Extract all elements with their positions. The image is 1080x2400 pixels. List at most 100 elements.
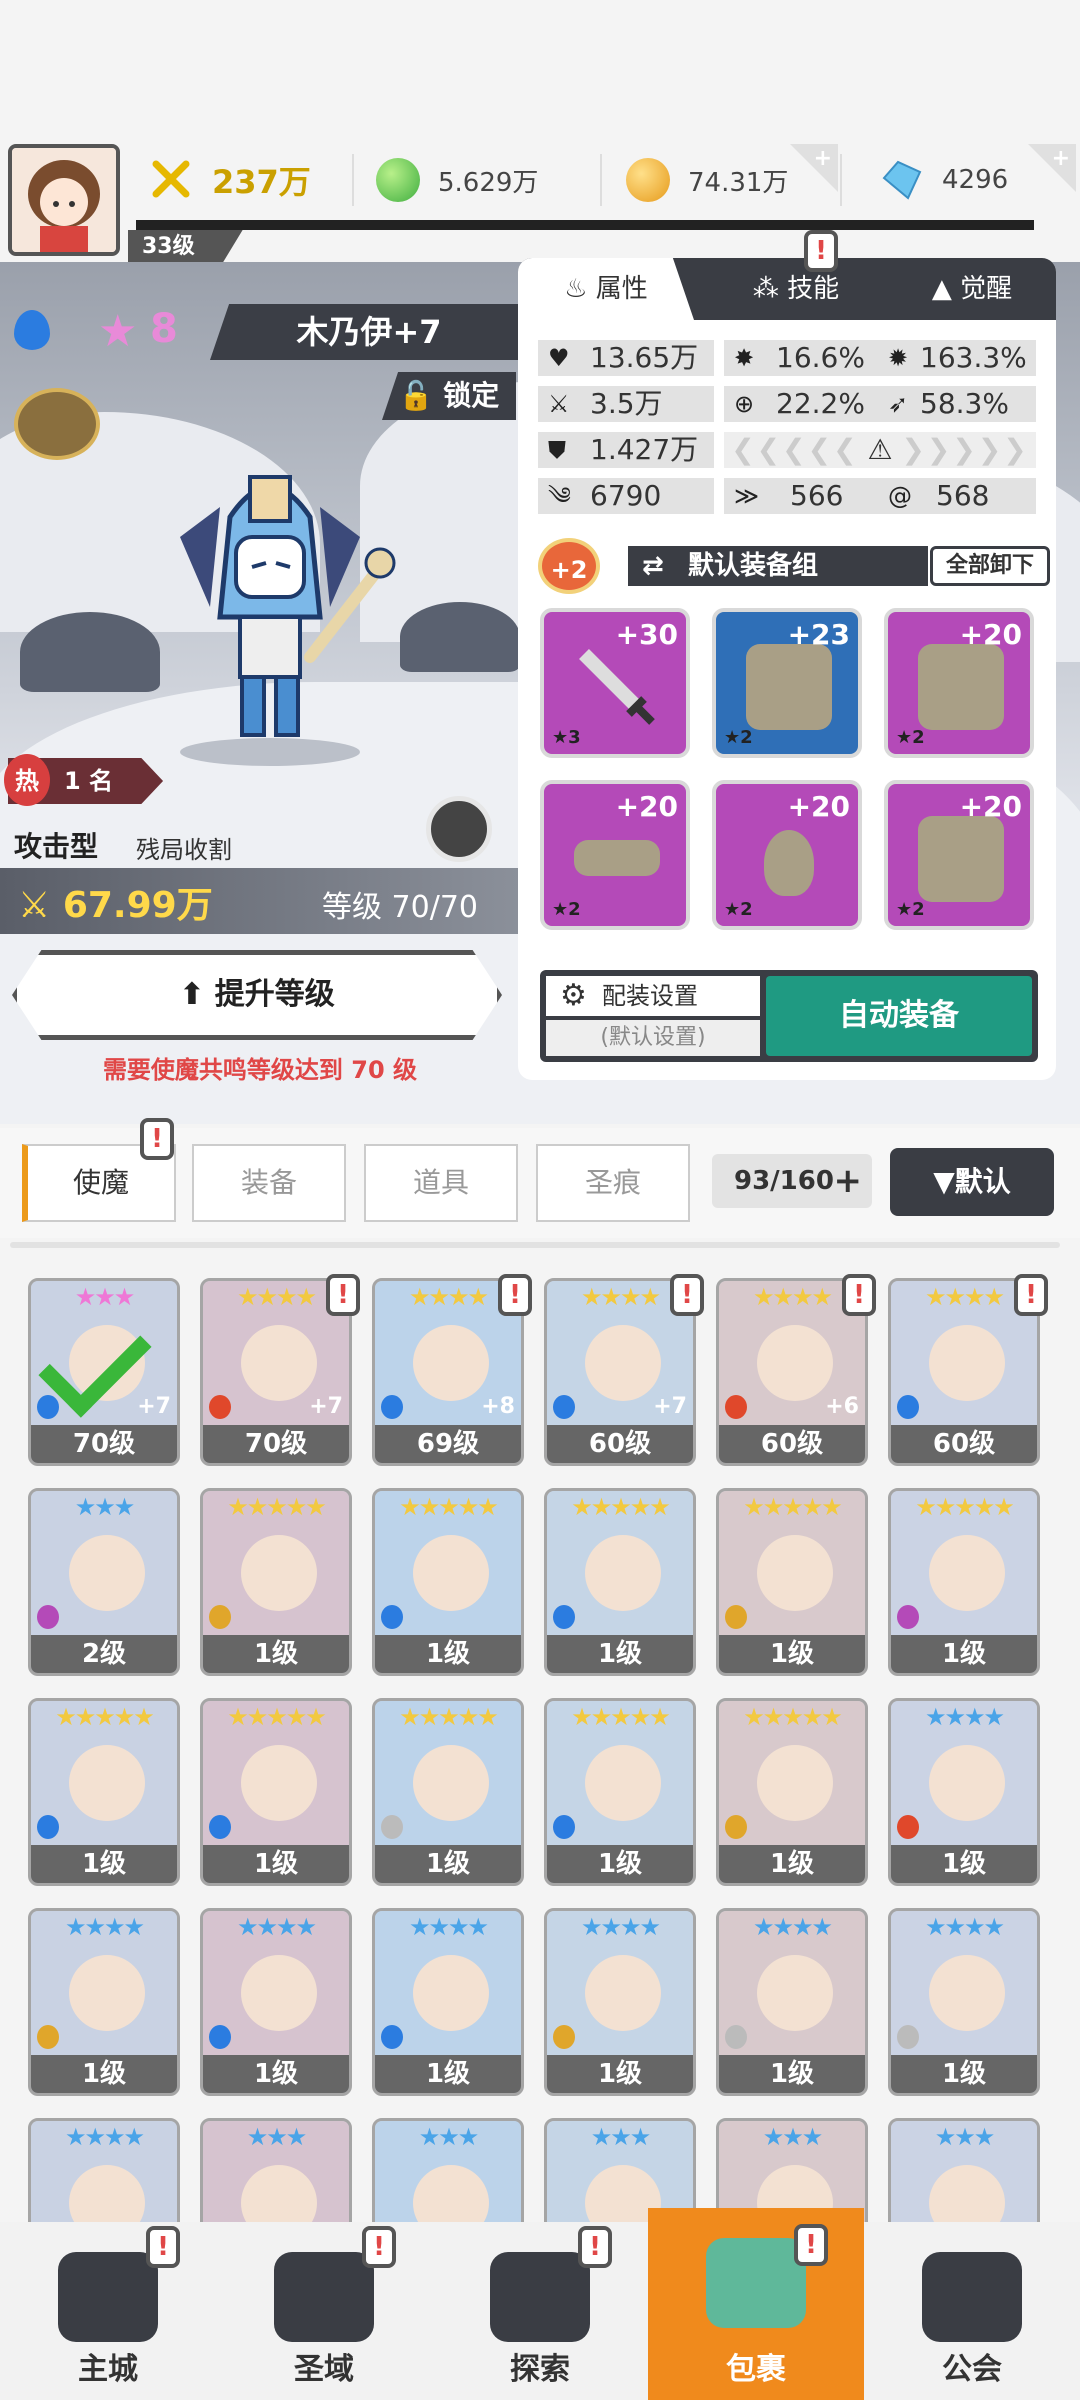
equip-slot-helmet[interactable]: +23 ★2 [712,608,862,758]
crossed-swords-icon: ⚔ [18,885,51,926]
hero-face [585,1325,661,1401]
equip-bonus-badge[interactable]: +2 [538,538,600,594]
equipment-header: +2 ⇄ 默认装备组 全部卸下 [538,538,1050,594]
equip-slot-weapon[interactable]: +30 ★3 [540,608,690,758]
hero-card[interactable]: ★★★★ 1级 [716,1908,868,2096]
equipment-set-name[interactable]: ⇄ 默认装备组 [628,546,928,586]
upgrade-level-button[interactable]: ⬆ 提升等级 [12,950,502,1040]
hero-card[interactable]: ★★★★★ 1级 [200,1488,352,1676]
hero-card[interactable]: ★★★★★ 1级 [372,1698,524,1886]
rotate-view-icon[interactable] [426,796,492,862]
equip-slot-boots[interactable]: +20 ★2 [884,780,1034,930]
slot-stars: ★3 [552,727,581,748]
hero-card[interactable]: ★★★★ 1级 [888,1908,1040,2096]
hero-card[interactable]: ★★★ [200,2118,352,2230]
crit-damage-icon: ✹ [888,344,909,372]
tab-skills[interactable]: ⁂ 技能 [708,258,884,320]
alert-badge [362,2226,396,2268]
water-element-icon [381,2025,403,2049]
divider [840,154,842,206]
gem-currency-value: 4296 [942,165,1009,195]
necklace-icon [764,830,814,896]
hero-level: 2级 [31,1635,177,1673]
hero-plus: +6 [825,1394,859,1419]
hero-card[interactable]: ★★★★ 1级 [888,1698,1040,1886]
hero-card[interactable]: ★★★ [888,2118,1040,2230]
wind-element-icon [725,1815,747,1839]
light-element-icon [725,2025,747,2049]
crit-icon: ✸ [734,344,755,372]
hero-card[interactable]: ★★★★★ 1级 [716,1488,868,1676]
tab-awaken[interactable]: ▲ 觉醒 [888,258,1056,320]
hero-figure[interactable] [140,467,400,767]
hero-face [241,1325,317,1401]
sword-icon [574,644,660,730]
sword-icon [490,2252,590,2342]
hero-face [241,1955,317,2031]
hero-card[interactable]: ★★★★★ 1级 [200,1698,352,1886]
hero-stars: ★★★★★ [915,1493,1015,1521]
hero-card[interactable]: ★★★★★ 1级 [888,1488,1040,1676]
hero-level: 1级 [375,1845,521,1883]
alert-badge [578,2226,612,2268]
hero-level: 等级 70/70 [322,890,478,925]
hero-card[interactable]: ★★★★★ 1级 [28,1698,180,1886]
hero-face [241,2165,317,2230]
tab-equipment[interactable]: 装备 [192,1144,346,1222]
lock-button[interactable]: 🔓 锁定 [382,372,516,420]
hero-stars: ★★★ [246,2123,308,2151]
slot-plus: +20 [615,790,678,823]
tab-attributes[interactable]: ♨ 属性 [518,258,694,320]
locked-stat: ❮❮❮❮❮ ⚠ ❯❯❯❯❯ [724,432,1036,468]
stat-extra-3-value: 568 [936,479,990,512]
loadout-settings-label: 配装设置 [602,982,698,1010]
hero-card[interactable]: ★★★★ [28,2118,180,2230]
stat-speed-value: 58.3% [920,387,1009,420]
add-gem-button[interactable]: + [1028,144,1076,192]
unequip-all-button[interactable]: 全部卸下 [930,546,1050,586]
wind-element-icon [725,1605,747,1629]
upgrade-label: 提升等级 [214,977,335,1012]
stat-crit: ✸ 16.6% ✹ 163.3% [724,340,1036,376]
hero-card[interactable]: ★★★ 2级 [28,1488,180,1676]
hero-card[interactable]: ★★★★ 1级 [28,1908,180,2096]
hero-stars: ★★★★★ [571,1493,671,1521]
expand-capacity-button[interactable]: + [834,1154,863,1208]
hero-card[interactable]: ★★★★ 1级 [372,1908,524,2096]
crossed-swords-icon [152,160,190,198]
nav-sword[interactable]: 探索 [432,2222,648,2400]
player-avatar[interactable] [8,144,120,256]
nav-castle[interactable]: 主城 [0,2222,216,2400]
water-element-icon [553,1605,575,1629]
hero-card[interactable]: ★★★★ 1级 [200,1908,352,2096]
hero-face [929,1745,1005,1821]
hero-card[interactable]: ★★★ +7 70级 [28,1278,180,1466]
equip-slot-necklace[interactable]: +20 ★2 [712,780,862,930]
nav-guild[interactable]: 公会 [864,2222,1080,2400]
hero-card[interactable]: ★★★★★ 1级 [544,1698,696,1886]
hero-card[interactable]: ★★★★★ 1级 [716,1698,868,1886]
equip-slot-belt[interactable]: +20 ★2 [540,780,690,930]
equip-slot-armor[interactable]: +20 ★2 [884,608,1034,758]
water-element-icon [209,1815,231,1839]
locked-skill-icon[interactable] [14,388,100,460]
nav-portal[interactable]: 圣域 [216,2222,432,2400]
hero-face [241,1745,317,1821]
hero-power-value: 67.99万 [62,885,213,926]
nav-bag[interactable]: 包裹 [648,2208,864,2400]
hero-card[interactable]: ★★★★★ 1级 [372,1488,524,1676]
auto-equip-button[interactable]: 自动装备 [766,976,1032,1056]
hero-level: 1级 [375,2055,521,2093]
hero-face [69,1955,145,2031]
hero-card[interactable]: ★★★★★ 1级 [544,1488,696,1676]
add-gold-button[interactable]: + [790,144,838,192]
hero-card[interactable]: ★★★ [372,2118,524,2230]
tab-stigmata[interactable]: 圣痕 [536,1144,690,1222]
castle-icon [58,2252,158,2342]
tab-items[interactable]: 道具 [364,1144,518,1222]
stat-extra-2: ≫ 566 @568 [724,478,1036,514]
sort-button[interactable]: ▼默认 [890,1148,1054,1216]
portal-icon [274,2252,374,2342]
loadout-settings-button[interactable]: ⚙ 配装设置 [546,976,760,1016]
hero-card[interactable]: ★★★★ 1级 [544,1908,696,2096]
